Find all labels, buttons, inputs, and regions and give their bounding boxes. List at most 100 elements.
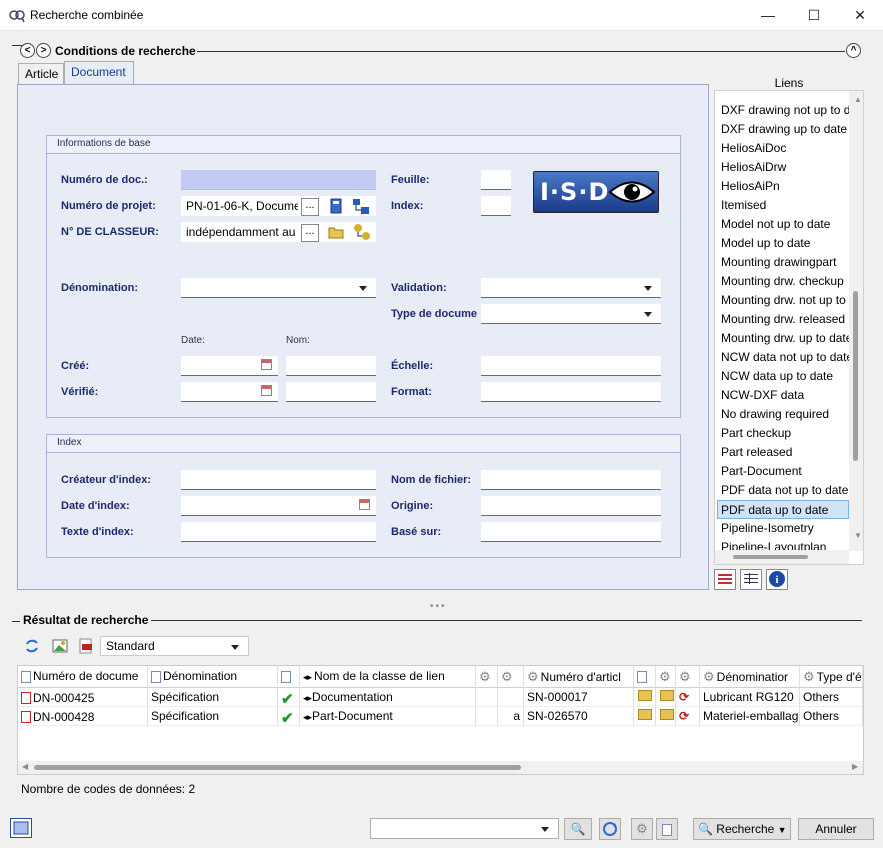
table-cell[interactable]: ⟳	[676, 707, 700, 726]
nom-fichier-input[interactable]	[481, 470, 661, 490]
link-item[interactable]: Mounting drawingpart	[721, 253, 849, 272]
numero-projet-input[interactable]: PN-01-06-K, Docume	[181, 196, 376, 216]
table-cell[interactable]	[656, 707, 676, 726]
column-header[interactable]: ⚙	[498, 666, 524, 688]
column-header[interactable]: ⚙ Type d'é	[800, 666, 863, 688]
close-button[interactable]: ✕	[837, 0, 883, 31]
splitter-grip[interactable]: •••	[430, 601, 447, 612]
links-vscrollbar[interactable]: ▲ ▼	[849, 91, 863, 551]
verifie-nom-input[interactable]	[286, 382, 376, 402]
nav-next-button[interactable]: >	[36, 43, 51, 58]
column-header[interactable]: ⚙	[676, 666, 700, 688]
refresh-icon[interactable]	[24, 638, 40, 654]
links-list[interactable]: DXF drawing not up to dateDXF drawing up…	[714, 90, 864, 565]
link-item[interactable]: Mounting drw. not up to date	[721, 291, 849, 310]
table-cell[interactable]: Others	[800, 707, 863, 726]
column-header[interactable]: ◂▸ Nom de la classe de lien	[300, 666, 476, 688]
settings-button[interactable]: ⚙	[631, 818, 653, 840]
classeur-input[interactable]: indépendamment au	[181, 222, 376, 242]
book-icon[interactable]	[329, 198, 343, 214]
link-item[interactable]: PDF data not up to date	[721, 481, 849, 500]
link-item[interactable]: NCW-DXF data	[721, 386, 849, 405]
link-item[interactable]: Part released	[721, 443, 849, 462]
maximize-button[interactable]: ☐	[791, 0, 837, 31]
verifie-date-input[interactable]	[181, 382, 278, 402]
table-cell[interactable]	[498, 688, 524, 707]
table-cell[interactable]: SN-026570	[524, 707, 634, 726]
reload-button[interactable]	[599, 818, 621, 840]
nav-prev-button[interactable]: <	[20, 43, 35, 58]
validation-select[interactable]	[481, 278, 661, 298]
column-header[interactable]: ⚙	[476, 666, 498, 688]
table-view-icon[interactable]	[714, 569, 736, 590]
link-item[interactable]: NCW data not up to date	[721, 348, 849, 367]
cree-date-input[interactable]	[181, 356, 278, 376]
table-cell[interactable]: Materiel-emballag	[700, 707, 800, 726]
link-item[interactable]: HeliosAiPn	[721, 177, 849, 196]
createur-index-input[interactable]	[181, 470, 376, 490]
denomination-select[interactable]	[181, 278, 376, 298]
column-header[interactable]: ⚙	[656, 666, 676, 688]
pdf-export-icon[interactable]	[78, 638, 94, 654]
table-cell[interactable]: SN-000017	[524, 688, 634, 707]
search-profile-select[interactable]	[370, 818, 559, 839]
link-item[interactable]: HeliosAiDrw	[721, 158, 849, 177]
classeur-browse-button[interactable]: ...	[301, 224, 319, 242]
link-item[interactable]: Itemised	[721, 196, 849, 215]
tab-article[interactable]: Article	[18, 63, 64, 85]
grid-view-icon[interactable]	[740, 569, 762, 590]
image-export-icon[interactable]	[52, 638, 68, 654]
table-cell[interactable]: ✔	[278, 707, 300, 726]
column-header[interactable]	[634, 666, 656, 688]
table-cell[interactable]: DN-000428	[18, 707, 148, 726]
calendar-icon[interactable]	[359, 499, 370, 510]
table-cell[interactable]	[656, 688, 676, 707]
table-cell[interactable]: ⟳	[676, 688, 700, 707]
link-item[interactable]: PDF data up to date	[717, 500, 849, 519]
layout-toggle-button[interactable]	[10, 818, 32, 838]
link-item[interactable]: Mounting drw. up to date	[721, 329, 849, 348]
tree-icon[interactable]	[351, 197, 371, 215]
link-item[interactable]: DXF drawing not up to date	[721, 101, 849, 120]
links-scroll-thumb[interactable]	[853, 291, 858, 461]
echelle-input[interactable]	[481, 356, 661, 376]
table-cell[interactable]: Others	[800, 688, 863, 707]
date-index-input[interactable]	[181, 496, 376, 516]
table-cell[interactable]: Spécification	[148, 707, 278, 726]
origine-input[interactable]	[481, 496, 661, 516]
link-item[interactable]: DXF drawing up to date	[721, 120, 849, 139]
link-item[interactable]: Pipeline-Isometry	[721, 519, 849, 538]
type-document-select[interactable]	[481, 304, 661, 324]
minimize-button[interactable]: —	[745, 0, 791, 31]
table-cell[interactable]: ◂▸Part-Document	[300, 707, 476, 726]
column-header[interactable]: Dénomination	[148, 666, 278, 688]
table-cell[interactable]: a	[498, 707, 524, 726]
projet-browse-button[interactable]: ...	[301, 198, 319, 216]
column-header[interactable]	[278, 666, 300, 688]
link-item[interactable]: NCW data up to date	[721, 367, 849, 386]
link-item[interactable]: Mounting drw. checkup	[721, 272, 849, 291]
hierarchy-icon[interactable]	[352, 223, 372, 241]
tab-document[interactable]: Document	[64, 61, 134, 85]
info-icon[interactable]: i	[766, 569, 788, 590]
cree-nom-input[interactable]	[286, 356, 376, 376]
index-input[interactable]	[481, 196, 511, 216]
calendar-icon[interactable]	[261, 359, 272, 370]
calendar-icon[interactable]	[261, 385, 272, 396]
link-item[interactable]: Part checkup	[721, 424, 849, 443]
table-cell[interactable]: Spécification	[148, 688, 278, 707]
table-cell[interactable]	[476, 688, 498, 707]
link-item[interactable]: No drawing required	[721, 405, 849, 424]
search-button[interactable]: 🔍 Recherche ▼	[693, 818, 791, 840]
cancel-button[interactable]: Annuler	[798, 818, 874, 840]
links-hscroll-thumb[interactable]	[733, 555, 808, 559]
link-item[interactable]: Mounting drw. released	[721, 310, 849, 329]
table-cell[interactable]: Lubricant RG120	[700, 688, 800, 707]
link-item[interactable]: Model up to date	[721, 234, 849, 253]
table-cell[interactable]: DN-000425	[18, 688, 148, 707]
collapse-button[interactable]: ^	[846, 43, 861, 58]
column-header[interactable]: ⚙ Numéro d'articl	[524, 666, 634, 688]
link-item[interactable]: HeliosAiDoc	[721, 139, 849, 158]
format-input[interactable]	[481, 382, 661, 402]
table-cell[interactable]: ✔	[278, 688, 300, 707]
